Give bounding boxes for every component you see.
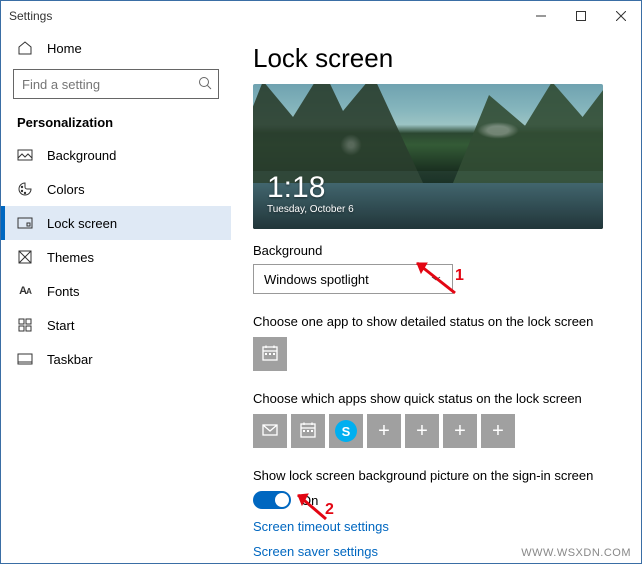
sidebar-item-background[interactable]: Background xyxy=(1,138,231,172)
preview-time: 1:18 xyxy=(267,173,354,203)
sidebar-item-label: Background xyxy=(47,148,116,163)
lock-screen-icon xyxy=(17,215,33,231)
quick-status-add-button[interactable]: + xyxy=(443,414,477,448)
maximize-button[interactable] xyxy=(561,1,601,31)
annotation-number-2: 2 xyxy=(325,501,334,519)
taskbar-icon xyxy=(17,351,33,367)
calendar-icon xyxy=(261,344,279,365)
fonts-icon: AA xyxy=(17,283,33,299)
start-icon xyxy=(17,317,33,333)
sidebar-item-lock-screen[interactable]: Lock screen xyxy=(1,206,231,240)
page-title: Lock screen xyxy=(253,43,619,74)
dropdown-value: Windows spotlight xyxy=(264,272,369,287)
quick-status-label: Choose which apps show quick status on t… xyxy=(253,391,619,406)
window-controls xyxy=(521,1,641,31)
home-icon xyxy=(17,40,33,56)
main-content: Lock screen 1:18 Tuesday, October 6 Back… xyxy=(231,31,641,563)
quick-status-add-button[interactable]: + xyxy=(405,414,439,448)
detail-status-label: Choose one app to show detailed status o… xyxy=(253,314,619,329)
background-dropdown[interactable]: Windows spotlight xyxy=(253,264,453,294)
plus-icon: + xyxy=(492,421,504,441)
calendar-icon xyxy=(299,421,317,442)
screen-timeout-link[interactable]: Screen timeout settings xyxy=(253,519,619,534)
themes-icon xyxy=(17,249,33,265)
picture-icon xyxy=(17,147,33,163)
search-input-container[interactable] xyxy=(13,69,219,99)
palette-icon xyxy=(17,181,33,197)
quick-status-app-calendar[interactable] xyxy=(291,414,325,448)
sidebar-item-label: Fonts xyxy=(47,284,80,299)
sidebar-item-fonts[interactable]: AA Fonts xyxy=(1,274,231,308)
lock-screen-preview: 1:18 Tuesday, October 6 xyxy=(253,84,603,229)
quick-status-add-button[interactable]: + xyxy=(367,414,401,448)
watermark: WWW.WSXDN.COM xyxy=(521,547,631,559)
sidebar-item-label: Start xyxy=(47,318,74,333)
signin-toggle-label: Show lock screen background picture on t… xyxy=(253,468,619,483)
sidebar-item-colors[interactable]: Colors xyxy=(1,172,231,206)
chevron-down-icon xyxy=(430,274,442,285)
plus-icon: + xyxy=(378,421,390,441)
sidebar-item-themes[interactable]: Themes xyxy=(1,240,231,274)
settings-window: Settings Home xyxy=(0,0,642,564)
background-field-label: Background xyxy=(253,243,619,258)
skype-icon: S xyxy=(342,424,351,439)
app-title: Settings xyxy=(9,9,52,23)
signin-bg-toggle[interactable] xyxy=(253,491,291,509)
preview-clock: 1:18 Tuesday, October 6 xyxy=(267,173,354,215)
sidebar-item-taskbar[interactable]: Taskbar xyxy=(1,342,231,376)
quick-status-app-skype[interactable]: S xyxy=(329,414,363,448)
sidebar-item-home[interactable]: Home xyxy=(1,31,231,65)
sidebar-item-label: Lock screen xyxy=(47,216,117,231)
sidebar-item-label: Colors xyxy=(47,182,85,197)
close-button[interactable] xyxy=(601,1,641,31)
mail-icon xyxy=(261,421,279,442)
sidebar: Home Personalization Background Colo xyxy=(1,31,231,563)
preview-date: Tuesday, October 6 xyxy=(267,204,354,215)
sidebar-item-label: Themes xyxy=(47,250,94,265)
minimize-button[interactable] xyxy=(521,1,561,31)
sidebar-item-label: Home xyxy=(47,41,82,56)
detail-status-app-button[interactable] xyxy=(253,337,287,371)
quick-status-add-button[interactable]: + xyxy=(481,414,515,448)
plus-icon: + xyxy=(454,421,466,441)
search-input[interactable] xyxy=(22,77,198,92)
annotation-number-1: 1 xyxy=(455,267,464,285)
titlebar: Settings xyxy=(1,1,641,31)
quick-status-app-mail[interactable] xyxy=(253,414,287,448)
toggle-state-label: On xyxy=(301,493,318,508)
sidebar-item-label: Taskbar xyxy=(47,352,93,367)
sidebar-section-header: Personalization xyxy=(1,107,231,138)
search-icon xyxy=(198,76,212,93)
plus-icon: + xyxy=(416,421,428,441)
sidebar-item-start[interactable]: Start xyxy=(1,308,231,342)
